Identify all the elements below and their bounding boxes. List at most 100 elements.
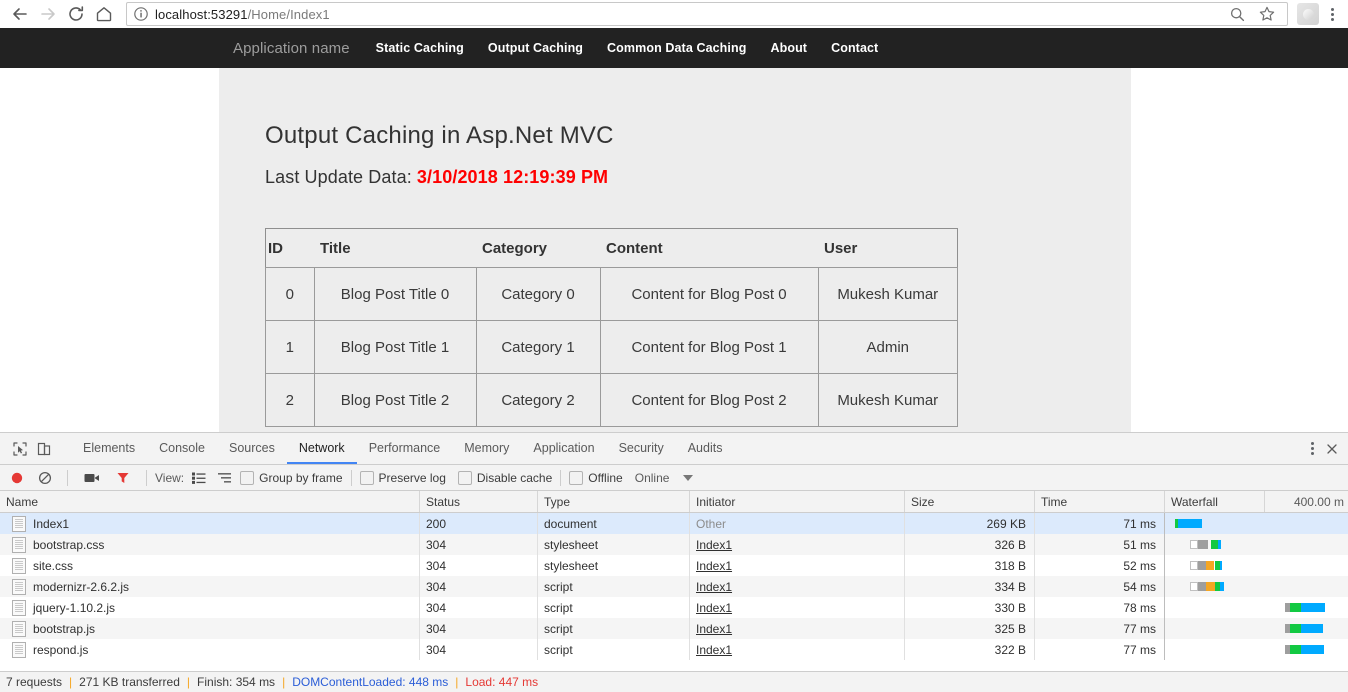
cell-name: modernizr-2.6.2.js bbox=[0, 576, 420, 597]
column-header-id[interactable]: ID bbox=[265, 228, 314, 268]
cell-time: 71 ms bbox=[1035, 513, 1165, 534]
tab-performance[interactable]: Performance bbox=[357, 433, 453, 464]
filter-funnel-icon[interactable] bbox=[108, 471, 138, 485]
tab-sources[interactable]: Sources bbox=[217, 433, 287, 464]
navbar-brand[interactable]: Application name bbox=[219, 40, 364, 57]
cell-category: Category 2 bbox=[475, 373, 601, 427]
cell-name: site.css bbox=[0, 555, 420, 576]
column-header-content[interactable]: Content bbox=[600, 228, 818, 268]
request-name: Index1 bbox=[33, 516, 70, 531]
info-circle-icon[interactable] bbox=[133, 6, 149, 22]
offline-label: Offline bbox=[588, 470, 623, 485]
disable-cache-checkbox[interactable]: Disable cache bbox=[457, 470, 553, 485]
chevron-down-icon[interactable] bbox=[683, 474, 694, 481]
tab-elements[interactable]: Elements bbox=[71, 433, 147, 464]
bookmark-button[interactable] bbox=[1253, 0, 1281, 28]
cell-initiator-text[interactable]: Index1 bbox=[696, 622, 732, 636]
column-header-type[interactable]: Type bbox=[538, 491, 690, 512]
cell-status-text: 304 bbox=[426, 579, 447, 594]
reload-button[interactable] bbox=[62, 0, 90, 28]
table-row[interactable]: site.css 304 stylesheet Index1 318 B 52 ms bbox=[0, 555, 1348, 576]
nav-item-output-caching[interactable]: Output Caching bbox=[476, 41, 595, 55]
request-name: modernizr-2.6.2.js bbox=[33, 579, 130, 594]
column-header-time[interactable]: Time bbox=[1035, 491, 1165, 512]
column-header-waterfall[interactable]: Waterfall bbox=[1165, 491, 1265, 512]
status-finish: Finish: 354 ms bbox=[197, 675, 276, 689]
inspect-element-icon[interactable] bbox=[8, 437, 32, 461]
address-bar[interactable]: localhost:53291/Home/Index1 bbox=[126, 2, 1288, 26]
cell-initiator-text[interactable]: Index1 bbox=[696, 580, 732, 594]
cell-initiator-text[interactable]: Index1 bbox=[696, 601, 732, 615]
column-header-status[interactable]: Status bbox=[420, 491, 538, 512]
disable-cache-label: Disable cache bbox=[476, 470, 553, 485]
clear-icon[interactable] bbox=[31, 471, 59, 485]
file-icon bbox=[12, 557, 26, 574]
column-header-size[interactable]: Size bbox=[905, 491, 1035, 512]
nav-item-about[interactable]: About bbox=[758, 41, 819, 55]
table-row[interactable]: Index1 200 document Other 269 KB 71 ms bbox=[0, 513, 1348, 534]
cell-type: document bbox=[538, 513, 690, 534]
tab-application[interactable]: Application bbox=[521, 433, 606, 464]
zoom-button[interactable] bbox=[1223, 0, 1251, 28]
cell-initiator: Index1 bbox=[690, 555, 905, 576]
forward-button[interactable] bbox=[34, 0, 62, 28]
list-view-icon[interactable] bbox=[184, 472, 212, 484]
back-button[interactable] bbox=[6, 0, 34, 28]
table-row[interactable]: bootstrap.css 304 stylesheet Index1 326 B 51 … bbox=[0, 534, 1348, 555]
file-icon bbox=[12, 641, 26, 658]
devtools-close-icon[interactable] bbox=[1320, 437, 1344, 461]
tab-console[interactable]: Console bbox=[147, 433, 217, 464]
cell-initiator-text: Other bbox=[696, 516, 727, 531]
cell-timeline bbox=[1265, 534, 1348, 555]
timeline-bar-area bbox=[1265, 513, 1344, 534]
nav-item-static-caching[interactable]: Static Caching bbox=[364, 41, 476, 55]
preserve-log-checkbox[interactable]: Preserve log bbox=[359, 470, 446, 485]
cell-initiator-text[interactable]: Index1 bbox=[696, 643, 732, 657]
table-row[interactable]: bootstrap.js 304 script Index1 325 B 77 ms bbox=[0, 618, 1348, 639]
tab-security[interactable]: Security bbox=[607, 433, 676, 464]
kebab-menu-icon[interactable] bbox=[1324, 3, 1340, 25]
group-by-frame-checkbox[interactable]: Group by frame bbox=[240, 470, 343, 485]
cell-time: 78 ms bbox=[1035, 597, 1165, 618]
column-header-initiator[interactable]: Initiator bbox=[690, 491, 905, 512]
checkbox-box bbox=[240, 470, 255, 485]
table-row[interactable]: modernizr-2.6.2.js 304 script Index1 334 B 54… bbox=[0, 576, 1348, 597]
extension-icon[interactable] bbox=[1297, 3, 1319, 25]
column-header-title[interactable]: Title bbox=[314, 228, 476, 268]
page-content-container: Output Caching in Asp.Net MVC Last Updat… bbox=[219, 68, 1131, 432]
home-icon bbox=[94, 4, 114, 24]
nav-item-common-data-caching[interactable]: Common Data Caching bbox=[595, 41, 758, 55]
nav-item-contact[interactable]: Contact bbox=[819, 41, 890, 55]
cell-initiator-text[interactable]: Index1 bbox=[696, 538, 732, 552]
devtools-left-icons bbox=[0, 433, 71, 464]
tab-audits[interactable]: Audits bbox=[676, 433, 735, 464]
table-row[interactable]: jquery-1.10.2.js 304 script Index1 330 B 78 m… bbox=[0, 597, 1348, 618]
column-header-name[interactable]: Name bbox=[0, 491, 420, 512]
cell-size: 334 B bbox=[905, 576, 1035, 597]
waterfall-view-icon[interactable] bbox=[212, 472, 240, 484]
devtools-tabbar-right bbox=[1295, 433, 1348, 464]
home-button[interactable] bbox=[90, 0, 118, 28]
cell-id: 0 bbox=[265, 267, 315, 321]
cell-initiator-text[interactable]: Index1 bbox=[696, 559, 732, 573]
table-row[interactable]: respond.js 304 script Index1 322 B 77 ms bbox=[0, 639, 1348, 660]
cell-content: Content for Blog Post 2 bbox=[599, 373, 819, 427]
column-header-user[interactable]: User bbox=[818, 228, 958, 268]
column-header-category[interactable]: Category bbox=[476, 228, 600, 268]
devtools-more-icon[interactable] bbox=[1304, 438, 1320, 460]
cell-initiator: Index1 bbox=[690, 597, 905, 618]
camera-icon[interactable] bbox=[76, 472, 108, 484]
status-load: Load: 447 ms bbox=[465, 675, 539, 689]
tab-memory[interactable]: Memory bbox=[452, 433, 521, 464]
timeline-bar-area bbox=[1265, 576, 1344, 597]
cell-status-text: 200 bbox=[426, 516, 447, 531]
cell-timeline bbox=[1265, 555, 1348, 576]
throttling-value[interactable]: Online bbox=[635, 471, 670, 485]
url-host: localhost:53291 bbox=[155, 6, 248, 22]
record-button-icon[interactable] bbox=[6, 471, 31, 485]
status-transferred: 271 KB transferred bbox=[79, 675, 180, 689]
url-path: /Home/Index1 bbox=[247, 6, 330, 22]
device-toolbar-icon[interactable] bbox=[32, 437, 56, 461]
tab-network[interactable]: Network bbox=[286, 433, 357, 464]
offline-checkbox[interactable]: Offline bbox=[569, 470, 623, 485]
